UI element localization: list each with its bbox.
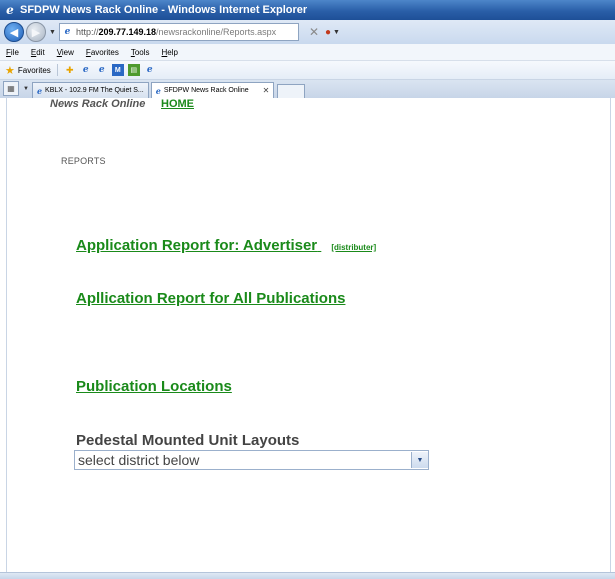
chevron-down-icon[interactable]: ▼ (411, 452, 428, 468)
address-path: /newsrackonline/Reports.aspx (156, 27, 277, 37)
tab-label: SFDPW News Rack Online (163, 87, 249, 94)
tab-page-icon: e (36, 85, 43, 96)
menu-view[interactable]: View (57, 48, 74, 57)
new-tab-button[interactable] (277, 84, 306, 98)
district-select[interactable]: select district below ▼ (74, 450, 429, 470)
district-select-value: select district below (78, 452, 200, 468)
bookmark-feed-icon[interactable]: ▤ (127, 64, 140, 76)
stop-icon[interactable]: ✕ (309, 25, 319, 39)
tab-sfdpw[interactable]: e SFDPW News Rack Online ✕ (150, 82, 275, 98)
pedestal-layouts-title: Pedestal Mounted Unit Layouts (76, 432, 300, 449)
menu-file[interactable]: File (6, 48, 19, 57)
favorites-bar: ★ Favorites ✚ e e M ▤ e (0, 61, 615, 80)
back-button[interactable]: ◀ (4, 22, 24, 42)
menu-favorites[interactable]: Favorites (86, 48, 119, 57)
address-prefix: http:// (75, 27, 99, 37)
history-dropdown-icon[interactable]: ▼ (49, 29, 56, 36)
home-link[interactable]: HOME (161, 98, 194, 110)
address-bar[interactable]: e http://209.77.149.18/newsrackonline/Re… (58, 23, 299, 41)
application-report-label: Application Report for: Advertiser (76, 237, 318, 254)
page-viewport: News Rack Online HOME REPORTS Applicatio… (6, 98, 611, 572)
tab-page-icon: e (155, 85, 161, 96)
page-icon: e (64, 27, 71, 37)
favorites-button[interactable]: Favorites (18, 66, 51, 75)
menu-tools[interactable]: Tools (131, 48, 150, 57)
window-titlebar: e SFDPW News Rack Online - Windows Inter… (0, 0, 615, 20)
menu-help[interactable]: Help (162, 48, 178, 57)
all-publications-report-link[interactable]: Apllication Report for All Publications (76, 290, 345, 307)
add-favorite-icon[interactable]: ✚ (64, 64, 76, 76)
search-dropdown-icon[interactable]: ▼ (333, 29, 340, 36)
window-title: SFDPW News Rack Online - Windows Interne… (20, 4, 308, 16)
site-brand: News Rack Online (50, 98, 146, 110)
tab-kblx[interactable]: e KBLX - 102.9 FM The Quiet S... (31, 82, 149, 98)
tab-close-icon[interactable]: ✕ (263, 86, 270, 95)
favorites-star-icon[interactable]: ★ (5, 64, 15, 77)
quick-tabs-icon[interactable]: ▦ (3, 81, 19, 96)
application-report-link[interactable]: Application Report for: Advertiser [dist… (76, 237, 376, 254)
bookmark-ie-icon[interactable]: e (144, 64, 156, 76)
tab-list-dropdown-icon[interactable]: ▼ (23, 86, 29, 92)
tab-label: KBLX - 102.9 FM The Quiet S... (45, 87, 144, 94)
menu-edit[interactable]: Edit (31, 48, 45, 57)
favorites-separator (56, 64, 58, 76)
address-toolbar: ◀ ▶ ▼ e http://209.77.149.18/newsrackonl… (0, 20, 615, 44)
bookmark-m-icon[interactable]: M (111, 64, 124, 76)
search-provider-icon[interactable]: ● (325, 27, 331, 38)
ie-logo-icon: e (6, 3, 14, 17)
distributer-link[interactable]: [distributer] (331, 243, 376, 252)
tab-bar: ▦ ▼ e KBLX - 102.9 FM The Quiet S... e S… (0, 80, 615, 98)
address-host: 209.77.149.18 (98, 27, 157, 37)
section-label: REPORTS (61, 156, 106, 166)
suggested-sites-icon[interactable]: e (80, 64, 92, 76)
menu-bar: File Edit View Favorites Tools Help (0, 44, 615, 61)
web-slice-gallery-icon[interactable]: e (96, 64, 108, 76)
forward-button[interactable]: ▶ (26, 22, 46, 42)
publication-locations-link[interactable]: Publication Locations (76, 378, 232, 395)
